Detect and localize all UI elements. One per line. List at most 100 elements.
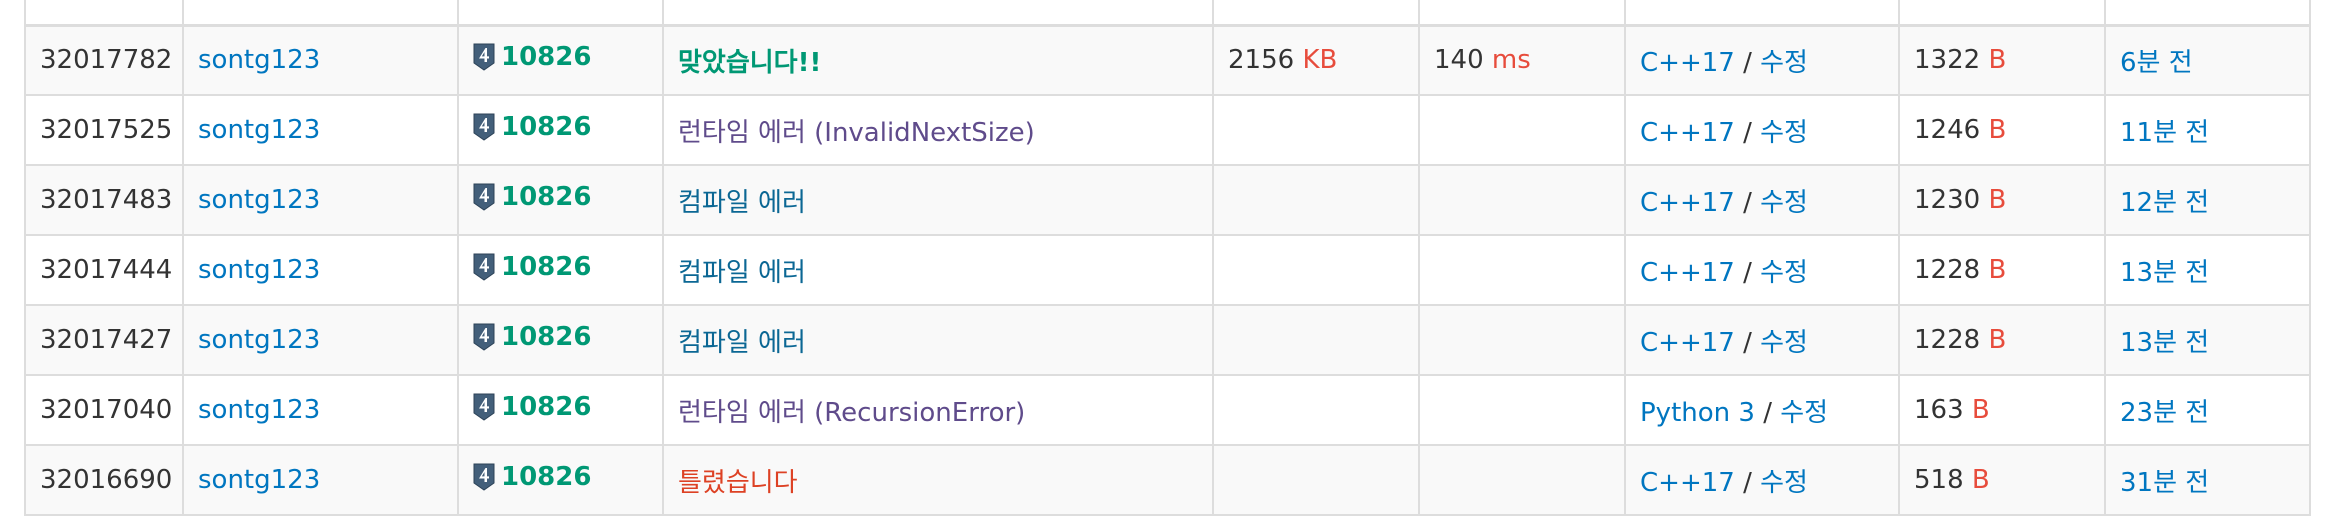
- result-cell: 컴파일 에러: [662, 164, 1214, 236]
- tier-4-shield-icon: [473, 43, 495, 71]
- submitted-time-link[interactable]: 13분 전: [2120, 328, 2209, 358]
- problem-link[interactable]: 10826: [473, 462, 591, 492]
- user-cell: sontg123: [182, 94, 459, 166]
- submitted-time-link[interactable]: 11분 전: [2120, 118, 2209, 148]
- header-cell-submitted: [2104, 0, 2311, 27]
- result-cell: 런타임 에러 (InvalidNextSize): [662, 94, 1214, 166]
- code-length-cell: 1230 B: [1898, 164, 2106, 236]
- submission-id-cell: 32016690: [24, 444, 184, 516]
- problem-link[interactable]: 10826: [473, 252, 591, 282]
- edit-link[interactable]: 수정: [1760, 48, 1808, 78]
- language-link[interactable]: C++17: [1640, 468, 1735, 498]
- language-link[interactable]: Python 3: [1640, 398, 1755, 428]
- problem-number[interactable]: 10826: [501, 392, 591, 422]
- user-link[interactable]: sontg123: [198, 185, 320, 215]
- header-cell-user: [182, 0, 459, 27]
- table-row: 32017427 sontg123 10826 컴파일 에러 C++17 / 수…: [24, 304, 2311, 376]
- result-text[interactable]: 틀렸습니다: [678, 468, 798, 498]
- submission-id-cell: 32017483: [24, 164, 184, 236]
- code-length-cell: 1228 B: [1898, 304, 2106, 376]
- result-text[interactable]: 맞았습니다!!: [678, 48, 821, 78]
- problem-link[interactable]: 10826: [473, 392, 591, 422]
- submitted-time-link[interactable]: 23분 전: [2120, 398, 2209, 428]
- problem-link[interactable]: 10826: [473, 112, 591, 142]
- edit-link[interactable]: 수정: [1760, 258, 1808, 288]
- language-link[interactable]: C++17: [1640, 328, 1735, 358]
- problem-number[interactable]: 10826: [501, 462, 591, 492]
- language-link[interactable]: C++17: [1640, 118, 1735, 148]
- header-cell-memory: [1212, 0, 1420, 27]
- problem-number[interactable]: 10826: [501, 42, 591, 72]
- code-length-unit: B: [1988, 115, 2007, 145]
- table-row: 32016690 sontg123 10826 틀렸습니다 C++17 / 수정…: [24, 444, 2311, 516]
- code-length-unit: B: [1971, 395, 1990, 425]
- memory-cell: [1212, 164, 1420, 236]
- user-link[interactable]: sontg123: [198, 465, 320, 495]
- result-text[interactable]: 런타임 에러 (RecursionError): [678, 398, 1025, 428]
- header-cell-result: [662, 0, 1214, 27]
- submission-status-table-wrapper: 32017782 sontg123 10826 맞았습니다!! 2156 KB …: [24, 0, 2311, 516]
- memory-value: 2156: [1228, 45, 1295, 76]
- submitted-time-link[interactable]: 12분 전: [2120, 188, 2209, 218]
- header-cell-id: [24, 0, 184, 27]
- submitted-time-link[interactable]: 13분 전: [2120, 258, 2209, 288]
- table-row: 32017782 sontg123 10826 맞았습니다!! 2156 KB …: [24, 24, 2311, 96]
- separator: /: [1743, 257, 1752, 288]
- user-cell: sontg123: [182, 24, 459, 96]
- user-cell: sontg123: [182, 374, 459, 446]
- code-length-value: 1322: [1914, 45, 1981, 76]
- time-cell: [1418, 234, 1626, 306]
- problem-number[interactable]: 10826: [501, 322, 591, 352]
- edit-link[interactable]: 수정: [1760, 118, 1808, 148]
- code-length-cell: 163 B: [1898, 374, 2106, 446]
- user-link[interactable]: sontg123: [198, 255, 320, 285]
- edit-link[interactable]: 수정: [1780, 398, 1828, 428]
- code-length-cell: 1322 B: [1898, 24, 2106, 96]
- edit-link[interactable]: 수정: [1760, 188, 1808, 218]
- time-value: 140: [1434, 45, 1484, 76]
- separator: /: [1743, 187, 1752, 218]
- language-link[interactable]: C++17: [1640, 258, 1735, 288]
- user-link[interactable]: sontg123: [198, 395, 320, 425]
- language-cell: C++17 / 수정: [1624, 24, 1900, 96]
- header-cell-problem: [457, 0, 664, 27]
- tier-4-shield-icon: [473, 393, 495, 421]
- user-link[interactable]: sontg123: [198, 115, 320, 145]
- user-cell: sontg123: [182, 304, 459, 376]
- problem-link[interactable]: 10826: [473, 42, 591, 72]
- time-cell: [1418, 304, 1626, 376]
- time-cell: [1418, 374, 1626, 446]
- submission-id: 32017782: [40, 45, 173, 76]
- submission-id-cell: 32017444: [24, 234, 184, 306]
- edit-link[interactable]: 수정: [1760, 328, 1808, 358]
- user-link[interactable]: sontg123: [198, 325, 320, 355]
- problem-cell: 10826: [457, 164, 664, 236]
- submission-id: 32017427: [40, 325, 173, 355]
- code-length-unit: B: [1988, 185, 2007, 215]
- problem-cell: 10826: [457, 24, 664, 96]
- code-length-cell: 518 B: [1898, 444, 2106, 516]
- submitted-time-link[interactable]: 6분 전: [2120, 48, 2193, 78]
- submitted-time-cell: 11분 전: [2104, 94, 2311, 166]
- user-link[interactable]: sontg123: [198, 45, 320, 75]
- language-link[interactable]: C++17: [1640, 48, 1735, 78]
- submission-id-cell: 32017427: [24, 304, 184, 376]
- result-text[interactable]: 컴파일 에러: [678, 188, 806, 218]
- result-text[interactable]: 컴파일 에러: [678, 258, 806, 288]
- language-link[interactable]: C++17: [1640, 188, 1735, 218]
- result-text[interactable]: 컴파일 에러: [678, 328, 806, 358]
- language-cell: C++17 / 수정: [1624, 164, 1900, 236]
- problem-number[interactable]: 10826: [501, 112, 591, 142]
- problem-number[interactable]: 10826: [501, 182, 591, 212]
- memory-cell: 2156 KB: [1212, 24, 1420, 96]
- problem-number[interactable]: 10826: [501, 252, 591, 282]
- problem-link[interactable]: 10826: [473, 322, 591, 352]
- edit-link[interactable]: 수정: [1760, 468, 1808, 498]
- code-length-value: 1228: [1914, 325, 1981, 355]
- submitted-time-link[interactable]: 31분 전: [2120, 468, 2209, 498]
- result-text[interactable]: 런타임 에러 (InvalidNextSize): [678, 118, 1035, 148]
- tier-4-shield-icon: [473, 463, 495, 491]
- submission-id: 32017040: [40, 395, 173, 425]
- result-cell: 틀렸습니다: [662, 444, 1214, 516]
- problem-link[interactable]: 10826: [473, 182, 591, 212]
